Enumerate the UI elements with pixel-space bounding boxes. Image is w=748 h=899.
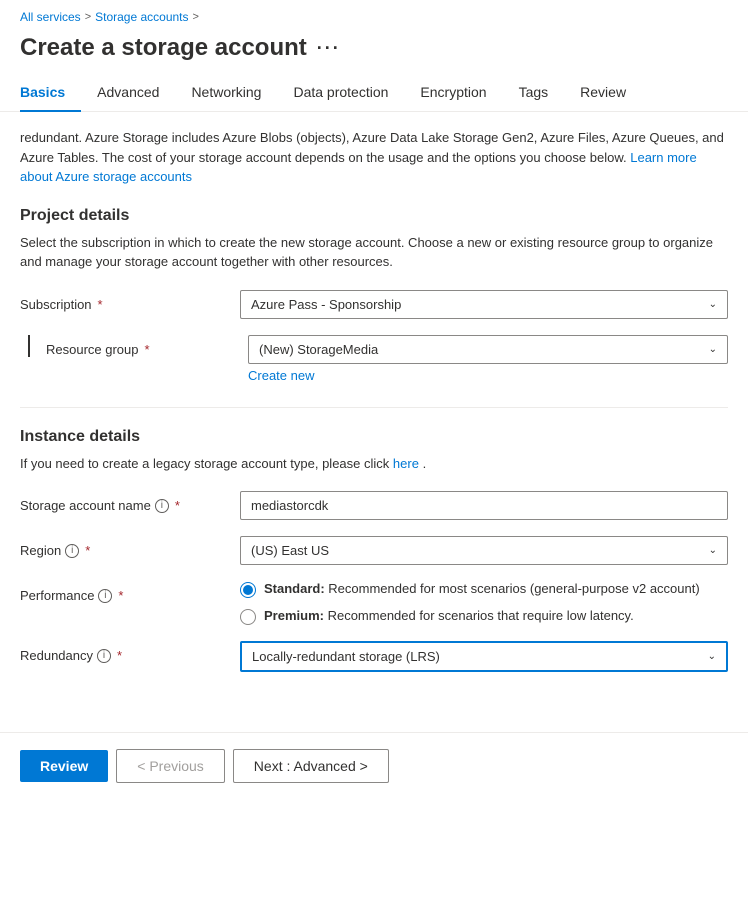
redundancy-control: Locally-redundant storage (LRS) ⌄ — [240, 641, 728, 672]
redundancy-row: Redundancy i * Locally-redundant storage… — [20, 641, 728, 672]
previous-button[interactable]: < Previous — [116, 749, 225, 783]
performance-premium-label: Premium: Recommended for scenarios that … — [264, 608, 634, 623]
storage-name-control — [240, 491, 728, 520]
storage-name-required: * — [175, 498, 180, 513]
breadcrumb: All services > Storage accounts > — [0, 0, 748, 30]
subscription-control: Azure Pass - Sponsorship ⌄ — [240, 290, 728, 319]
performance-info-icon[interactable]: i — [98, 589, 112, 603]
resource-group-dropdown[interactable]: (New) StorageMedia ⌄ — [248, 335, 728, 364]
performance-row: Performance i * Standard: Recommended fo… — [20, 581, 728, 625]
region-info-icon[interactable]: i — [65, 544, 79, 558]
subscription-row: Subscription * Azure Pass - Sponsorship … — [20, 290, 728, 319]
section-divider — [20, 407, 728, 408]
region-value: (US) East US — [251, 543, 329, 558]
redundancy-dropdown[interactable]: Locally-redundant storage (LRS) ⌄ — [240, 641, 728, 672]
region-dropdown[interactable]: (US) East US ⌄ — [240, 536, 728, 565]
subscription-value: Azure Pass - Sponsorship — [251, 297, 401, 312]
tab-advanced[interactable]: Advanced — [81, 74, 175, 112]
performance-standard-radio[interactable] — [240, 582, 256, 598]
performance-premium-option[interactable]: Premium: Recommended for scenarios that … — [240, 608, 728, 625]
region-label: Region i * — [20, 536, 240, 558]
project-details-section: Project details Select the subscription … — [20, 207, 728, 383]
tab-networking[interactable]: Networking — [175, 74, 277, 112]
main-content: redundant. Azure Storage includes Azure … — [0, 112, 748, 712]
resource-group-control: (New) StorageMedia ⌄ Create new — [248, 335, 728, 383]
page-menu-icon[interactable]: ··· — [317, 38, 341, 59]
instance-details-section: Instance details If you need to create a… — [20, 428, 728, 673]
region-row: Region i * (US) East US ⌄ — [20, 536, 728, 565]
region-required: * — [85, 543, 90, 558]
redundancy-value: Locally-redundant storage (LRS) — [252, 649, 440, 664]
redundancy-required: * — [117, 648, 122, 663]
project-details-title: Project details — [20, 207, 728, 225]
instance-details-desc: If you need to create a legacy storage a… — [20, 454, 728, 474]
redundancy-chevron-icon: ⌄ — [708, 651, 716, 662]
storage-name-row: Storage account name i * — [20, 491, 728, 520]
subscription-required: * — [98, 297, 103, 312]
breadcrumb-storage-accounts[interactable]: Storage accounts — [95, 10, 188, 24]
region-chevron-icon: ⌄ — [709, 545, 717, 556]
resource-group-label: Resource group * — [28, 335, 248, 357]
storage-name-input[interactable] — [240, 491, 728, 520]
tab-review[interactable]: Review — [564, 74, 642, 112]
review-button[interactable]: Review — [20, 750, 108, 782]
performance-premium-radio[interactable] — [240, 609, 256, 625]
next-button[interactable]: Next : Advanced > — [233, 749, 389, 783]
performance-required: * — [118, 588, 123, 603]
performance-standard-label: Standard: Recommended for most scenarios… — [264, 581, 700, 596]
performance-standard-option[interactable]: Standard: Recommended for most scenarios… — [240, 581, 728, 598]
breadcrumb-sep-1: > — [85, 11, 91, 23]
resource-group-required: * — [145, 342, 150, 357]
breadcrumb-all-services[interactable]: All services — [20, 10, 81, 24]
resource-group-value: (New) StorageMedia — [259, 342, 378, 357]
page-header: Create a storage account ··· — [0, 30, 748, 74]
performance-control: Standard: Recommended for most scenarios… — [240, 581, 728, 625]
performance-radio-group: Standard: Recommended for most scenarios… — [240, 581, 728, 625]
redundancy-info-icon[interactable]: i — [97, 649, 111, 663]
tab-data-protection[interactable]: Data protection — [277, 74, 404, 112]
footer: Review < Previous Next : Advanced > — [0, 732, 748, 799]
subscription-dropdown[interactable]: Azure Pass - Sponsorship ⌄ — [240, 290, 728, 319]
project-details-desc: Select the subscription in which to crea… — [20, 233, 728, 272]
resource-group-chevron-icon: ⌄ — [709, 344, 717, 355]
breadcrumb-sep-2: > — [193, 11, 199, 23]
tab-bar: Basics Advanced Networking Data protecti… — [0, 74, 748, 112]
intro-text: redundant. Azure Storage includes Azure … — [20, 128, 728, 187]
legacy-here-link[interactable]: here — [393, 456, 419, 471]
storage-name-label: Storage account name i * — [20, 491, 240, 513]
redundancy-label: Redundancy i * — [20, 641, 240, 663]
storage-name-info-icon[interactable]: i — [155, 499, 169, 513]
create-new-link[interactable]: Create new — [248, 368, 728, 383]
tab-encryption[interactable]: Encryption — [404, 74, 502, 112]
resource-group-row: Resource group * (New) StorageMedia ⌄ Cr… — [20, 335, 728, 383]
subscription-chevron-icon: ⌄ — [709, 299, 717, 310]
tab-tags[interactable]: Tags — [503, 74, 565, 112]
performance-label: Performance i * — [20, 581, 240, 603]
subscription-label: Subscription * — [20, 290, 240, 312]
page-title: Create a storage account — [20, 34, 307, 62]
instance-details-title: Instance details — [20, 428, 728, 446]
region-control: (US) East US ⌄ — [240, 536, 728, 565]
tab-basics[interactable]: Basics — [20, 74, 81, 112]
